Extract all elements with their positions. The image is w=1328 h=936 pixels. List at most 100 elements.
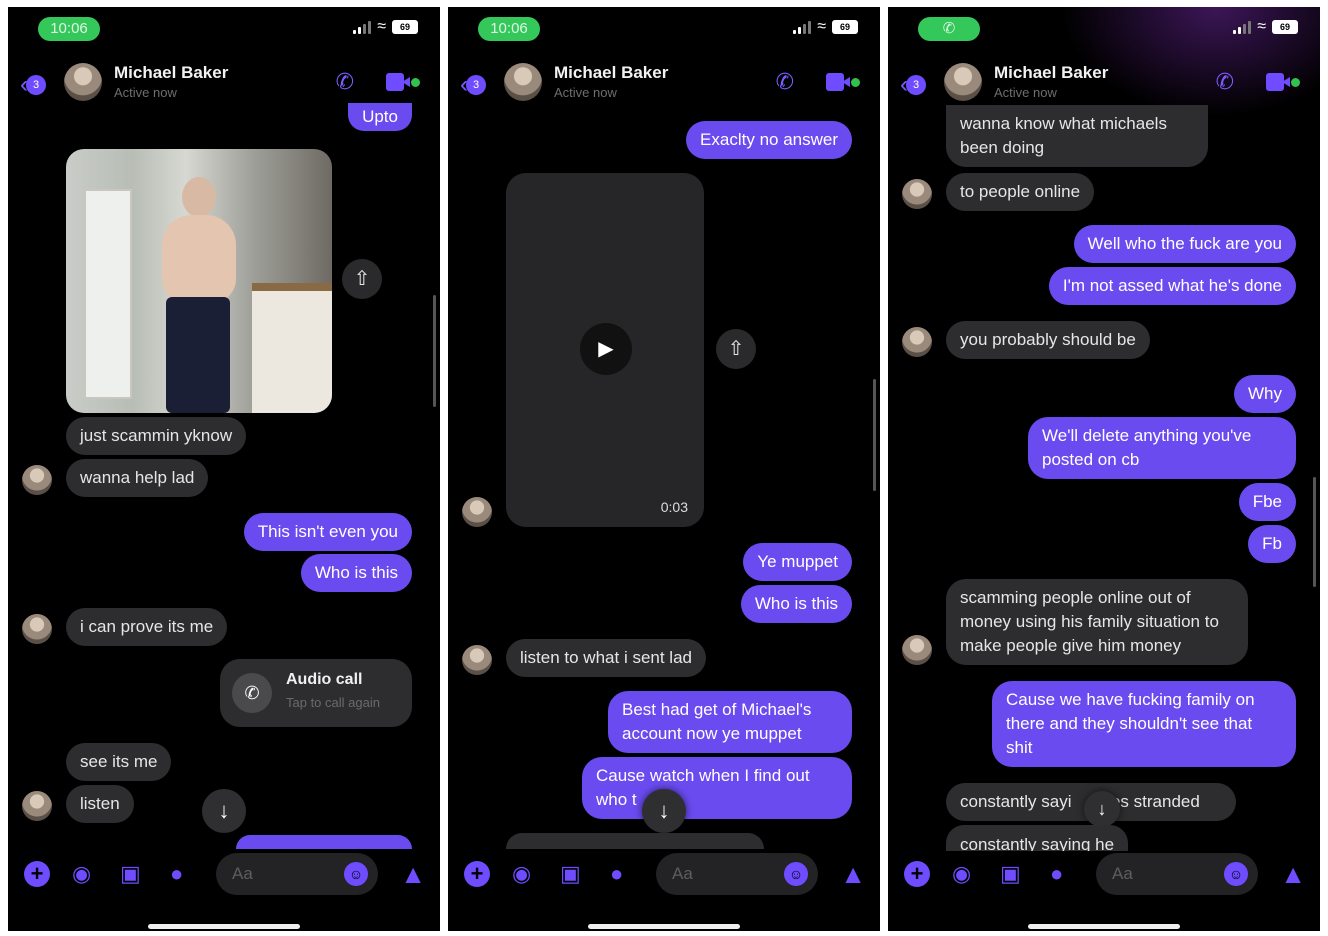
active-call-pill[interactable]: ✆ [918, 17, 980, 41]
message-bubble-outgoing[interactable]: This isn't even you [243, 513, 412, 551]
video-camera-icon[interactable] [826, 73, 860, 91]
message-text-fragment: es stranded [1110, 792, 1200, 811]
phone-icon[interactable]: ✆ [776, 69, 794, 95]
message-bubble-outgoing[interactable]: Cause we have fucking family on there an… [992, 681, 1296, 767]
play-icon[interactable]: ▶ [580, 323, 632, 375]
unread-count-badge: 3 [466, 75, 486, 95]
phone-icon[interactable]: ✆ [1216, 69, 1234, 95]
message-bubble-outgoing[interactable]: Upto [348, 103, 412, 131]
message-composer: + ◉ ▣ ● Aa ☺ ▲ [448, 853, 880, 897]
emoji-icon[interactable]: ☺ [344, 862, 368, 886]
microphone-icon[interactable]: ● [170, 861, 183, 887]
message-input[interactable]: Aa ☺ [216, 853, 378, 895]
thumbs-up-icon[interactable]: ▲ [400, 859, 426, 890]
message-bubble-incoming[interactable]: see its me [66, 743, 172, 781]
video-camera-icon[interactable] [386, 73, 420, 91]
camera-icon[interactable]: ◉ [952, 861, 971, 887]
phone-screen-3: ✆ ≈ 69 ‹ 3 Michael Baker Active now ✆ wan… [888, 7, 1320, 931]
scrollbar[interactable] [873, 379, 876, 491]
audio-call-card[interactable]: ✆ Audio call Tap to call again [220, 659, 412, 727]
scrollbar[interactable] [1313, 477, 1316, 587]
thumbs-up-icon[interactable]: ▲ [1280, 859, 1306, 890]
sender-avatar [22, 465, 52, 495]
sender-avatar [902, 327, 932, 357]
contact-avatar[interactable] [64, 63, 102, 101]
home-indicator[interactable] [148, 924, 300, 929]
message-bubble-outgoing[interactable]: Fbe [1238, 483, 1296, 521]
plus-icon[interactable]: + [904, 861, 930, 887]
photo-attachment[interactable] [66, 149, 332, 413]
message-text-fragment: constantly sayi [960, 792, 1072, 811]
message-bubble-partial[interactable]: constantly saying he [946, 825, 1129, 851]
message-bubble-incoming[interactable]: wanna know what michaels been doing [946, 105, 1208, 167]
video-camera-icon[interactable] [1266, 73, 1300, 91]
home-indicator[interactable] [1028, 924, 1180, 929]
sender-avatar [902, 179, 932, 209]
status-bar: 10:06 ≈ 69 [8, 17, 440, 43]
arrow-down-icon[interactable]: ↓ [642, 789, 686, 833]
back-button[interactable]: ‹ 3 [460, 71, 486, 99]
image-icon[interactable]: ▣ [560, 861, 581, 887]
scrollbar[interactable] [433, 295, 436, 407]
video-duration: 0:03 [660, 499, 688, 515]
message-bubble-outgoing[interactable]: Well who the fuck are you [1073, 225, 1296, 263]
share-icon[interactable]: ⇧ [342, 259, 382, 299]
message-bubble-outgoing[interactable]: I'm not assed what he's done [1048, 267, 1296, 305]
message-bubble-incoming[interactable]: listen to what i sent lad [506, 639, 706, 677]
arrow-down-icon[interactable]: ↓ [1084, 791, 1120, 827]
status-icons: ≈ 69 [793, 19, 858, 35]
message-bubble-outgoing[interactable]: We'll delete anything you've posted on c… [1028, 417, 1296, 479]
message-bubble-outgoing[interactable]: Who is this [300, 554, 412, 592]
image-icon[interactable]: ▣ [120, 861, 141, 887]
message-input[interactable]: Aa ☺ [1096, 853, 1258, 895]
signal-icon [793, 20, 812, 34]
contact-name[interactable]: Michael Baker [994, 63, 1108, 83]
phone-screen-1: 10:06 ≈ 69 ‹ 3 Michael Baker Active now ✆… [8, 7, 440, 931]
message-bubble-outgoing[interactable]: Fb [1248, 525, 1296, 563]
message-bubble-incoming[interactable]: wanna help lad [66, 459, 209, 497]
arrow-down-icon[interactable]: ↓ [202, 789, 246, 833]
message-input[interactable]: Aa ☺ [656, 853, 818, 895]
share-icon[interactable]: ⇧ [716, 329, 756, 369]
battery-icon: 69 [1272, 20, 1298, 34]
contact-avatar[interactable] [504, 63, 542, 101]
back-button[interactable]: ‹ 3 [900, 71, 926, 99]
message-bubble-outgoing[interactable]: Cause watch when I find out who t [582, 757, 852, 819]
back-button[interactable]: ‹ 3 [20, 71, 46, 99]
microphone-icon[interactable]: ● [1050, 861, 1063, 887]
message-bubble-incoming[interactable]: scamming people online out of money usin… [946, 579, 1248, 665]
battery-icon: 69 [392, 20, 418, 34]
message-bubble-outgoing[interactable]: Best had get of Michael's account now ye… [608, 691, 852, 753]
thumbs-up-icon[interactable]: ▲ [840, 859, 866, 890]
home-indicator[interactable] [588, 924, 740, 929]
contact-avatar[interactable] [944, 63, 982, 101]
message-bubble-incoming[interactable]: i can prove its me [66, 608, 228, 646]
emoji-icon[interactable]: ☺ [784, 862, 808, 886]
chat-header: ‹ 3 Michael Baker Active now ✆ [448, 59, 880, 111]
plus-icon[interactable]: + [464, 861, 490, 887]
emoji-icon[interactable]: ☺ [1224, 862, 1248, 886]
contact-name[interactable]: Michael Baker [114, 63, 228, 83]
message-bubble-incoming[interactable]: you probably should be [946, 321, 1150, 359]
camera-icon[interactable]: ◉ [72, 861, 91, 887]
image-icon[interactable]: ▣ [1000, 861, 1021, 887]
status-icons: ≈ 69 [353, 19, 418, 35]
message-input-placeholder: Aa [1112, 864, 1133, 883]
message-bubble-outgoing[interactable]: Who is this [740, 585, 852, 623]
message-bubble-incoming[interactable]: just scammin yknow [66, 417, 247, 455]
contact-name[interactable]: Michael Baker [554, 63, 668, 83]
message-bubble-incoming[interactable]: listen [66, 785, 134, 823]
phone-icon[interactable]: ✆ [336, 69, 354, 95]
wifi-icon: ≈ [1257, 18, 1266, 35]
plus-icon[interactable]: + [24, 861, 50, 887]
video-attachment[interactable]: ▶ 0:03 [506, 173, 704, 527]
message-bubble-outgoing[interactable]: Ye muppet [743, 543, 852, 581]
message-bubble-outgoing[interactable]: Exaclty no answer [686, 121, 852, 159]
camera-icon[interactable]: ◉ [512, 861, 531, 887]
status-time: 10:06 [478, 17, 540, 41]
chat-header: ‹ 3 Michael Baker Active now ✆ [888, 59, 1320, 111]
message-bubble-outgoing[interactable]: Why [1234, 375, 1296, 413]
message-bubble-incoming[interactable]: to people online [946, 173, 1095, 211]
message-bubble-partial [506, 833, 764, 849]
microphone-icon[interactable]: ● [610, 861, 623, 887]
